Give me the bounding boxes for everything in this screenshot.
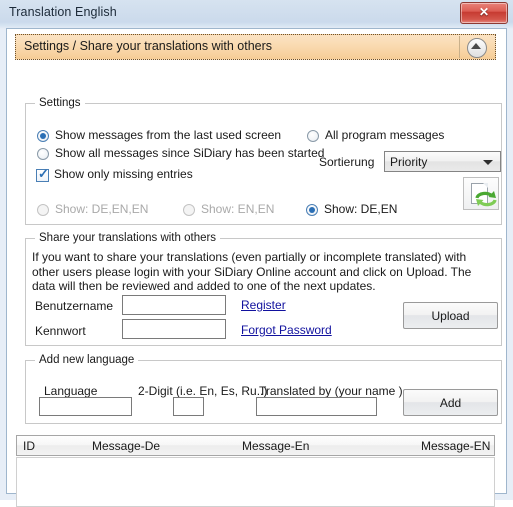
checkbox-label: Show only missing entries (54, 167, 193, 181)
sortierung-value: Priority (390, 155, 428, 169)
translated-by-label: Translated by (your name ) (259, 384, 403, 398)
settings-panel-header[interactable]: Settings / Share your translations with … (15, 34, 496, 60)
language-input[interactable] (39, 397, 132, 416)
column-header-message-de[interactable]: Message-De (92, 439, 160, 453)
settings-group-title: Settings (35, 97, 85, 109)
radio-label: Show all messages since SiDiary has been… (55, 146, 325, 160)
share-group-title: Share your translations with others (35, 232, 221, 244)
radio-label: Show: DE,EN,EN (55, 202, 149, 216)
translated-by-input-field[interactable] (257, 398, 376, 416)
upload-button-label: Upload (431, 308, 470, 323)
radio-indicator (37, 148, 49, 160)
username-input[interactable] (122, 295, 226, 315)
radio-dot (40, 133, 46, 139)
close-button[interactable]: ✕ (460, 2, 508, 24)
close-icon: ✕ (478, 5, 490, 19)
upload-button[interactable]: Upload (403, 302, 498, 329)
radio-label: Show: DE,EN (324, 202, 398, 216)
radio-label: All program messages (325, 128, 445, 142)
sortierung-select[interactable]: Priority (384, 151, 501, 172)
password-input-field[interactable] (123, 320, 225, 338)
panel-collapse-button[interactable] (459, 36, 494, 58)
password-input[interactable] (122, 319, 226, 339)
language-label: Language (44, 384, 98, 398)
settings-panel-title: Settings / Share your translations with … (24, 39, 273, 53)
radio-indicator (183, 204, 195, 216)
username-label: Benutzername (35, 299, 114, 313)
language-input-field[interactable] (40, 398, 131, 416)
column-header-message-en-upper[interactable]: Message-EN (421, 439, 490, 453)
chevron-down-icon (483, 160, 493, 165)
radio-indicator (307, 130, 319, 142)
two-digit-label: 2-Digit (i.e. En, Es, Ru..) (138, 384, 268, 398)
client-area: Settings / Share your translations with … (6, 28, 507, 507)
radio-dot (309, 207, 315, 213)
add-language-group-title: Add new language (35, 354, 139, 366)
sortierung-label: Sortierung (319, 155, 375, 169)
two-digit-input-field[interactable] (174, 398, 203, 416)
column-header-id[interactable]: ID (23, 439, 35, 453)
forgot-password-link[interactable]: Forgot Password (241, 323, 332, 337)
share-description: If you want to share your translations (… (32, 250, 472, 293)
check-icon: ✓ (38, 166, 49, 181)
username-input-field[interactable] (123, 296, 225, 314)
title-bar: Translation English ✕ (0, 0, 513, 28)
password-label: Kennwort (35, 324, 86, 338)
radio-indicator (37, 204, 49, 216)
column-header-message-en[interactable]: Message-En (242, 439, 309, 453)
add-button-label: Add (439, 395, 462, 410)
window-title: Translation English (9, 5, 117, 19)
refresh-translations-button[interactable] (463, 177, 499, 210)
chevron-up-icon (471, 43, 481, 49)
register-link[interactable]: Register (241, 298, 286, 312)
add-button[interactable]: Add (403, 389, 498, 416)
radio-label: Show: EN,EN (201, 202, 275, 216)
two-digit-input[interactable] (173, 397, 204, 416)
translated-by-input[interactable] (256, 397, 377, 416)
refresh-icon (475, 191, 497, 207)
message-list-header: ID Message-De Message-En Message-EN (16, 435, 495, 456)
radio-label: Show messages from the last used screen (55, 128, 282, 142)
translation-window: Translation English ✕ Settings / Share y… (0, 0, 513, 507)
